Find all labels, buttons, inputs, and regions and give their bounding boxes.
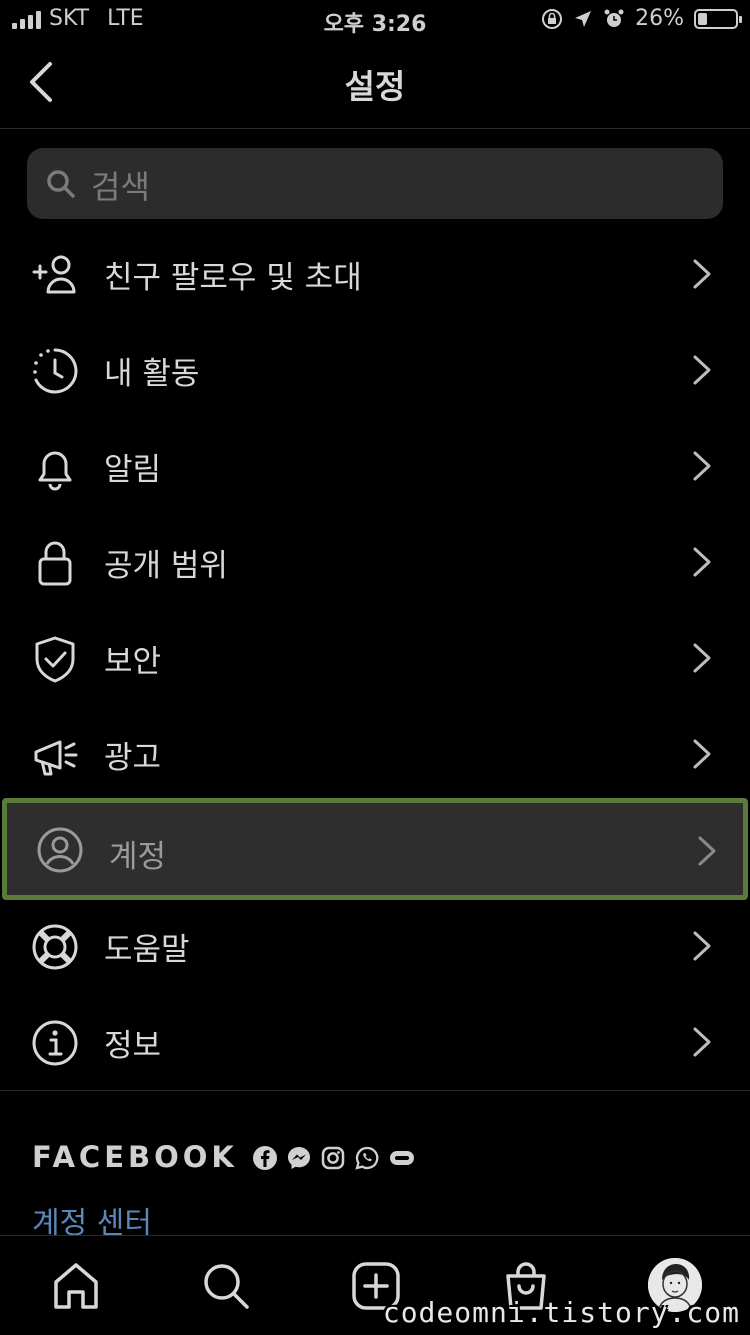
- instagram-icon: [321, 1146, 345, 1170]
- account-circle-icon: [37, 827, 83, 873]
- alarm-icon: [604, 9, 624, 27]
- menu-item-account[interactable]: 계정: [2, 798, 748, 900]
- menu-label: 공개 범위: [104, 548, 228, 584]
- status-bar: SKT LTE 오후 3:26 26%: [0, 0, 750, 40]
- facebook-icon: [253, 1146, 277, 1170]
- menu-item-security[interactable]: 보안: [0, 610, 750, 706]
- chevron-right-icon: [693, 643, 711, 673]
- chevron-right-icon: [693, 451, 711, 481]
- home-icon[interactable]: [50, 1260, 102, 1312]
- chevron-right-icon: [693, 739, 711, 769]
- messenger-icon: [288, 1147, 310, 1169]
- chevron-right-icon: [698, 836, 716, 866]
- search-icon[interactable]: [200, 1260, 252, 1312]
- lock-icon: [38, 541, 72, 586]
- lifebuoy-icon: [32, 924, 78, 970]
- portal-icon: [390, 1151, 414, 1165]
- nav-header: 설정: [0, 40, 750, 129]
- menu-item-about[interactable]: 정보: [0, 994, 750, 1090]
- info-icon: [32, 1020, 78, 1066]
- status-right: 26%: [541, 6, 742, 31]
- menu-label: 도움말: [104, 932, 190, 968]
- menu-item-my-activity[interactable]: 내 활동: [0, 322, 750, 418]
- search-input[interactable]: 검색: [27, 148, 723, 219]
- megaphone-icon: [34, 740, 78, 776]
- whatsapp-icon: [355, 1146, 379, 1170]
- facebook-app-icons: [252, 1145, 416, 1171]
- menu-label: 계정: [109, 839, 167, 875]
- search-icon: [47, 170, 75, 198]
- page-title: 설정: [344, 67, 406, 106]
- add-person-icon: [32, 255, 76, 294]
- location-icon: [575, 10, 592, 27]
- menu-label: 내 활동: [104, 356, 200, 392]
- chevron-right-icon: [693, 547, 711, 577]
- orientation-lock-icon: [542, 8, 563, 29]
- chevron-right-icon: [693, 259, 711, 289]
- menu-item-follow-invite[interactable]: 친구 팔로우 및 초대: [0, 226, 750, 322]
- menu-item-help[interactable]: 도움말: [0, 898, 750, 994]
- battery-percent: 26%: [635, 6, 684, 31]
- bell-icon: [38, 451, 72, 491]
- battery-fill: [698, 12, 708, 25]
- facebook-section-title: FACEBOOK: [32, 1140, 238, 1174]
- menu-label: 친구 팔로우 및 초대: [104, 260, 362, 296]
- menu-item-ads[interactable]: 광고: [0, 706, 750, 802]
- activity-clock-icon: [33, 348, 78, 394]
- menu-item-privacy[interactable]: 공개 범위: [0, 514, 750, 610]
- chevron-right-icon: [693, 931, 711, 961]
- chevron-right-icon: [693, 355, 711, 385]
- menu-label: 알림: [104, 452, 162, 488]
- menu-label: 정보: [104, 1028, 162, 1064]
- menu-label: 광고: [104, 740, 162, 776]
- menu-item-notifications[interactable]: 알림: [0, 418, 750, 514]
- search-placeholder: 검색: [91, 168, 150, 206]
- battery-icon: [694, 8, 742, 29]
- watermark-text: codeomni.tistory.com: [382, 1296, 740, 1329]
- menu-label: 보안: [104, 644, 162, 680]
- section-divider: [0, 1090, 750, 1091]
- shield-check-icon: [35, 636, 75, 683]
- chevron-right-icon: [693, 1027, 711, 1057]
